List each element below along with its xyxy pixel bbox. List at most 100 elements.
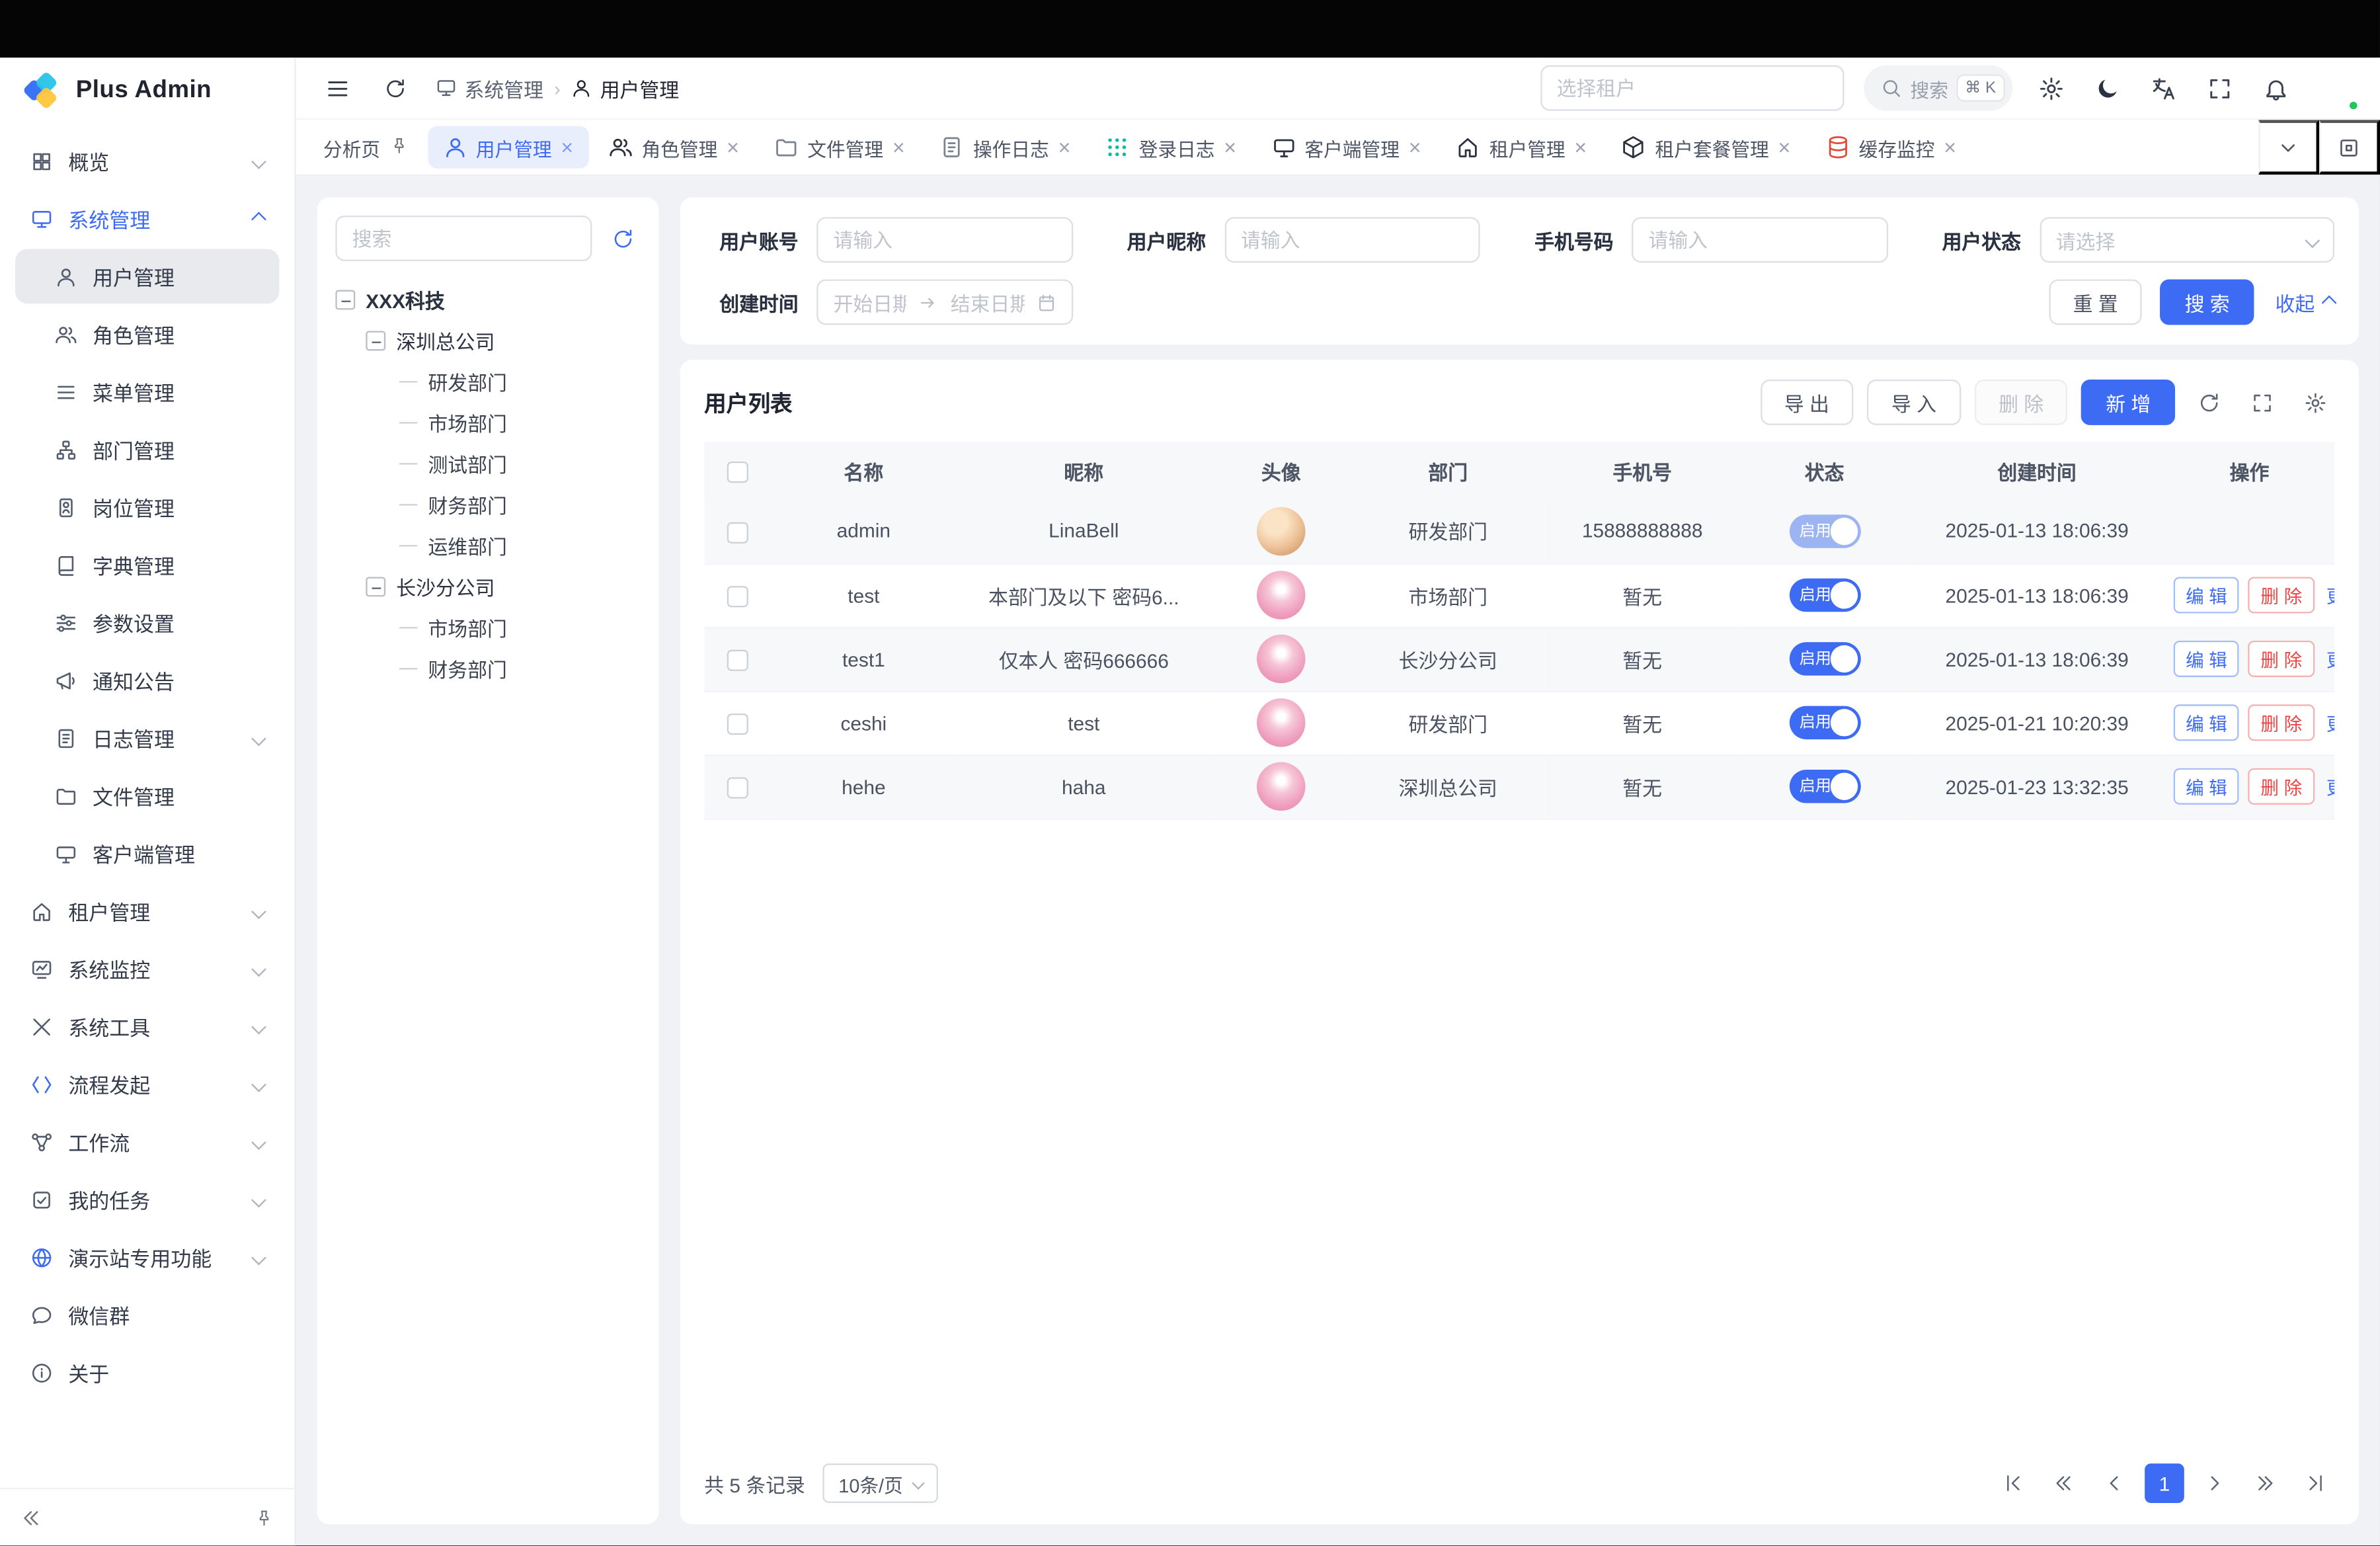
row-delete-button[interactable]: 删 除 xyxy=(2248,641,2315,677)
user-avatar[interactable] xyxy=(2313,65,2359,111)
search-button[interactable]: 搜 索 xyxy=(2161,279,2254,325)
tree-node[interactable]: 财务部门 xyxy=(335,484,640,525)
tree-collapse-icon[interactable] xyxy=(366,577,385,596)
next-pages-button[interactable] xyxy=(2245,1463,2285,1503)
tab[interactable]: 租户套餐管理 xyxy=(1606,126,1805,169)
more-button[interactable]: 更 多 xyxy=(2323,641,2334,677)
app-logo[interactable]: Plus Admin xyxy=(0,58,294,124)
row-checkbox[interactable] xyxy=(727,586,748,607)
page-size-select[interactable]: 10条/页 xyxy=(823,1463,937,1503)
settings-button[interactable] xyxy=(2032,70,2069,106)
row-checkbox[interactable] xyxy=(727,522,748,543)
sidebar-item[interactable]: 租户管理 xyxy=(15,883,279,938)
global-search[interactable]: 搜索 ⌘ K xyxy=(1863,65,2012,111)
sidebar-item[interactable]: 演示站专用功能 xyxy=(15,1230,279,1285)
pin-sidebar-icon[interactable] xyxy=(255,1508,274,1527)
sidebar-item[interactable]: 客户端管理 xyxy=(15,826,279,881)
close-icon[interactable] xyxy=(892,137,905,158)
tree-refresh-button[interactable] xyxy=(604,220,641,257)
tab[interactable]: 操作日志 xyxy=(924,126,1086,169)
status-toggle[interactable]: 启用 xyxy=(1789,579,1860,612)
row-checkbox[interactable] xyxy=(727,649,748,671)
tree-node[interactable]: 长沙分公司 xyxy=(335,566,640,607)
close-icon[interactable] xyxy=(1224,137,1236,158)
status-select[interactable]: 请选择 xyxy=(2040,217,2335,263)
phone-input[interactable] xyxy=(1632,217,1887,263)
sidebar-item[interactable]: 角色管理 xyxy=(15,307,279,362)
tree-search-input[interactable] xyxy=(335,216,592,261)
sidebar-item[interactable]: 通知公告 xyxy=(15,653,279,708)
status-toggle[interactable]: 启用 xyxy=(1789,514,1860,548)
tree-node[interactable]: 市场部门 xyxy=(335,607,640,648)
row-checkbox[interactable] xyxy=(727,777,748,798)
tree-node[interactable]: 财务部门 xyxy=(335,648,640,689)
tree-node[interactable]: 运维部门 xyxy=(335,525,640,566)
edit-button[interactable]: 编 辑 xyxy=(2174,768,2240,805)
next-page-button[interactable] xyxy=(2195,1463,2235,1503)
reset-button[interactable]: 重 置 xyxy=(2049,279,2142,325)
more-button[interactable]: 更 多 xyxy=(2323,768,2334,805)
fullscreen-button[interactable] xyxy=(2201,70,2237,106)
row-checkbox[interactable] xyxy=(727,713,748,735)
sidebar-item[interactable]: 概览 xyxy=(15,134,279,188)
status-toggle[interactable]: 启用 xyxy=(1789,770,1860,803)
delete-button[interactable]: 删 除 xyxy=(1974,380,2067,425)
tab[interactable]: 用户管理 xyxy=(427,126,588,169)
close-icon[interactable] xyxy=(1058,137,1071,158)
sidebar-item[interactable]: 系统工具 xyxy=(15,999,279,1054)
refresh-page-button[interactable] xyxy=(375,68,415,108)
tree-node[interactable]: 市场部门 xyxy=(335,402,640,443)
table-refresh-button[interactable] xyxy=(2189,383,2229,423)
close-icon[interactable] xyxy=(1778,137,1791,158)
last-page-button[interactable] xyxy=(2295,1463,2334,1503)
edit-button[interactable]: 编 辑 xyxy=(2174,641,2240,677)
sidebar-item[interactable]: 菜单管理 xyxy=(15,364,279,419)
hamburger-menu-button[interactable] xyxy=(317,68,357,108)
tree-collapse-icon[interactable] xyxy=(366,331,385,351)
tabs-dropdown-button[interactable] xyxy=(2258,120,2319,175)
column-settings-button[interactable] xyxy=(2295,383,2334,423)
edit-button[interactable]: 编 辑 xyxy=(2174,577,2240,613)
edit-button[interactable]: 编 辑 xyxy=(2174,704,2240,741)
breadcrumb-current[interactable]: 用户管理 xyxy=(571,73,679,102)
sidebar-item[interactable]: 字典管理 xyxy=(15,538,279,592)
prev-page-button[interactable] xyxy=(2094,1463,2134,1503)
current-page-button[interactable]: 1 xyxy=(2145,1463,2184,1503)
tab[interactable]: 角色管理 xyxy=(593,126,754,169)
prev-pages-button[interactable] xyxy=(2045,1463,2084,1503)
sidebar-item[interactable]: 系统管理 xyxy=(15,191,279,246)
row-delete-button[interactable]: 删 除 xyxy=(2248,704,2315,741)
more-button[interactable]: 更 多 xyxy=(2323,704,2334,741)
tree-node[interactable]: XXX科技 xyxy=(335,279,640,320)
tab[interactable]: 文件管理 xyxy=(759,126,920,169)
sidebar-item[interactable]: 岗位管理 xyxy=(15,480,279,535)
tab[interactable]: 登录日志 xyxy=(1090,126,1251,169)
sidebar-item[interactable]: 微信群 xyxy=(15,1287,279,1342)
status-toggle[interactable]: 启用 xyxy=(1789,706,1860,740)
breadcrumb-root[interactable]: 系统管理 xyxy=(436,73,543,102)
sidebar-item[interactable]: 部门管理 xyxy=(15,422,279,477)
sidebar-item[interactable]: 日志管理 xyxy=(15,710,279,765)
sidebar-item[interactable]: 文件管理 xyxy=(15,768,279,823)
sidebar-item[interactable]: 用户管理 xyxy=(15,249,279,304)
sidebar-item[interactable]: 关于 xyxy=(15,1345,279,1400)
sidebar-item[interactable]: 工作流 xyxy=(15,1114,279,1169)
close-icon[interactable] xyxy=(1944,137,1956,158)
first-page-button[interactable] xyxy=(1995,1463,2034,1503)
tree-node[interactable]: 深圳总公司 xyxy=(335,320,640,361)
close-icon[interactable] xyxy=(727,137,739,158)
close-icon[interactable] xyxy=(1409,137,1421,158)
sidebar-item[interactable]: 系统监控 xyxy=(15,941,279,996)
language-button[interactable] xyxy=(2145,70,2181,106)
tab[interactable]: 缓存监控 xyxy=(1810,126,1971,169)
add-button[interactable]: 新 增 xyxy=(2082,380,2175,425)
export-button[interactable]: 导 出 xyxy=(1760,380,1853,425)
row-delete-button[interactable]: 删 除 xyxy=(2248,577,2315,613)
dark-mode-button[interactable] xyxy=(2088,70,2125,106)
notifications-button[interactable] xyxy=(2257,70,2293,106)
date-range-picker[interactable]: 开始日期 结束日期 xyxy=(816,279,1072,325)
collapse-filter-link[interactable]: 收起 xyxy=(2276,288,2335,317)
row-delete-button[interactable]: 删 除 xyxy=(2248,768,2315,805)
nickname-input[interactable] xyxy=(1224,217,1480,263)
close-icon[interactable] xyxy=(561,137,573,158)
